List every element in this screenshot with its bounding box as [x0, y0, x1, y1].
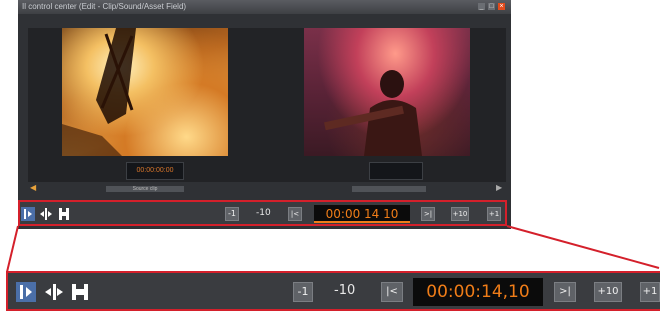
trim-in-icon[interactable] [16, 282, 36, 302]
plus-1-frame-button[interactable]: +1 [640, 282, 660, 302]
jump-back-button[interactable]: |< [381, 282, 403, 302]
minus-1-frame-button[interactable]: -1 [293, 282, 313, 302]
jump-forward-button[interactable]: >| [554, 282, 576, 302]
minus-10-frames-button[interactable]: -10 [334, 283, 355, 298]
trim-toolbar-zoomed: -1 -10 |< 00:00:14,10 >| +10 +1 [6, 271, 660, 311]
roll-trim-icon[interactable] [70, 282, 90, 302]
current-timecode-display[interactable]: 00:00:14,10 [413, 278, 543, 306]
plus-10-frames-button[interactable]: +10 [594, 282, 622, 302]
ripple-trim-icon[interactable] [44, 282, 64, 302]
zoom-callout-lines [6, 225, 660, 273]
